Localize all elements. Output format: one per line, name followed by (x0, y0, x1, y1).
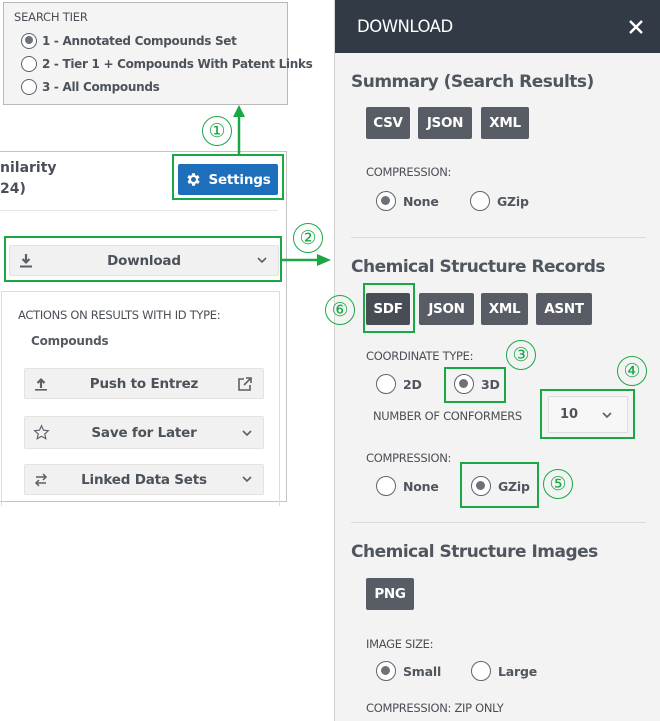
download-panel-title: DOWNLOAD (357, 17, 453, 36)
coordinate-2d-radio[interactable]: 2D (376, 374, 422, 394)
action-label: Linked Data Sets (81, 471, 207, 488)
save-for-later-button[interactable]: Save for Later (24, 416, 264, 449)
coordinate-type-label: COORDINATE TYPE: (366, 349, 474, 363)
download-panel-header: DOWNLOAD (335, 0, 660, 53)
chevron-down-icon (257, 257, 267, 264)
settings-button[interactable]: Settings (178, 164, 278, 195)
radio-label: None (403, 193, 439, 209)
coordinate-3d-radio[interactable]: 3D (454, 374, 500, 394)
action-label: Push to Entrez (89, 375, 199, 392)
radio-checked-icon[interactable] (454, 374, 474, 394)
radio-checked-icon[interactable] (376, 661, 396, 681)
records-json-button[interactable]: JSON (419, 293, 474, 325)
id-type-label: Compounds (31, 334, 109, 348)
summary-section-title: Summary (Search Results) (351, 72, 594, 92)
radio-unchecked-icon[interactable] (21, 55, 37, 72)
search-tier-option-label: 1 - Annotated Compounds Set (42, 33, 237, 48)
upload-icon (35, 377, 47, 391)
images-section-title: Chemical Structure Images (351, 542, 598, 562)
results-panel: nilarity 24) Settings Download ACTIONS O… (0, 151, 287, 506)
results-title: nilarity 24) (0, 160, 57, 197)
actions-title: ACTIONS ON RESULTS WITH ID TYPE: (18, 308, 221, 322)
divider (0, 210, 278, 211)
summary-compression-label: COMPRESSION: (366, 165, 452, 179)
chevron-down-icon (242, 476, 252, 483)
download-panel: DOWNLOAD Summary (Search Results) CSV JS… (334, 0, 660, 721)
divider (351, 237, 646, 238)
radio-checked-icon[interactable] (21, 32, 37, 49)
radio-label: Large (498, 663, 537, 679)
records-compression-label: COMPRESSION: (366, 451, 452, 465)
arrow-head-1 (233, 105, 245, 117)
summary-compression-none[interactable]: None (376, 191, 439, 211)
push-to-entrez-button[interactable]: Push to Entrez (24, 368, 264, 399)
annotation-marker-4: ④ (617, 356, 647, 386)
radio-unchecked-icon[interactable] (471, 661, 491, 681)
images-compression-label: COMPRESSION: ZIP ONLY (366, 701, 504, 715)
search-tier-option-label: 3 - All Compounds (42, 79, 160, 94)
records-asnt-button[interactable]: ASNT (536, 293, 592, 325)
conformers-value: 10 (560, 407, 579, 422)
download-icon (20, 254, 32, 268)
divider (351, 522, 646, 523)
radio-unchecked-icon[interactable] (376, 476, 396, 496)
image-size-small[interactable]: Small (376, 661, 441, 681)
close-icon[interactable] (628, 19, 644, 35)
search-tier-option-1[interactable]: 1 - Annotated Compounds Set (14, 29, 277, 52)
radio-unchecked-icon[interactable] (21, 78, 37, 95)
image-size-label: IMAGE SIZE: (366, 637, 434, 651)
radio-label: None (403, 478, 439, 494)
action-label: Save for Later (91, 424, 197, 441)
radio-label: 3D (481, 376, 500, 392)
radio-label: Small (403, 663, 442, 679)
annotation-marker-2: ② (293, 223, 323, 253)
chevron-down-icon (602, 412, 612, 419)
search-tier-option-label: 2 - Tier 1 + Compounds With Patent Links (42, 56, 313, 71)
records-section-title: Chemical Structure Records (351, 257, 606, 277)
download-label: Download (107, 252, 181, 269)
arrow-head-2 (317, 254, 331, 266)
radio-checked-icon[interactable] (471, 476, 491, 496)
records-sdf-button[interactable]: SDF (366, 293, 410, 325)
summary-compression-gzip[interactable]: GZip (470, 191, 529, 211)
radio-label: GZip (498, 478, 530, 494)
annotation-marker-5: ⑤ (543, 469, 573, 499)
annotation-marker-1: ① (202, 116, 232, 146)
summary-csv-button[interactable]: CSV (366, 107, 410, 139)
radio-unchecked-icon[interactable] (470, 191, 490, 211)
external-link-icon (238, 377, 252, 391)
radio-checked-icon[interactable] (376, 191, 396, 211)
chevron-down-icon (242, 430, 252, 437)
swap-arrows-icon (34, 473, 48, 487)
summary-json-button[interactable]: JSON (418, 107, 472, 139)
gear-icon (187, 173, 201, 186)
conformers-label: NUMBER OF CONFORMERS (373, 409, 522, 423)
radio-label: GZip (497, 193, 529, 209)
conformers-select[interactable]: 10 (548, 396, 628, 433)
search-tier-option-3[interactable]: 3 - All Compounds (14, 75, 277, 98)
search-tier-panel: SEARCH TIER 1 - Annotated Compounds Set … (3, 2, 313, 105)
linked-data-sets-button[interactable]: Linked Data Sets (24, 464, 264, 495)
summary-xml-button[interactable]: XML (481, 107, 529, 139)
records-compression-none[interactable]: None (376, 476, 439, 496)
search-tier-title: SEARCH TIER (14, 10, 88, 24)
radio-unchecked-icon[interactable] (376, 374, 396, 394)
image-size-large[interactable]: Large (471, 661, 537, 681)
images-png-button[interactable]: PNG (366, 578, 414, 610)
annotation-marker-3: ③ (506, 340, 536, 370)
download-button[interactable]: Download (9, 245, 279, 276)
star-icon (33, 424, 50, 440)
search-tier-option-2[interactable]: 2 - Tier 1 + Compounds With Patent Links (14, 52, 313, 75)
settings-label: Settings (208, 171, 271, 188)
records-compression-gzip[interactable]: GZip (471, 476, 530, 496)
radio-label: 2D (403, 376, 422, 392)
annotation-marker-6: ⑥ (325, 295, 355, 325)
records-xml-button[interactable]: XML (481, 293, 528, 325)
